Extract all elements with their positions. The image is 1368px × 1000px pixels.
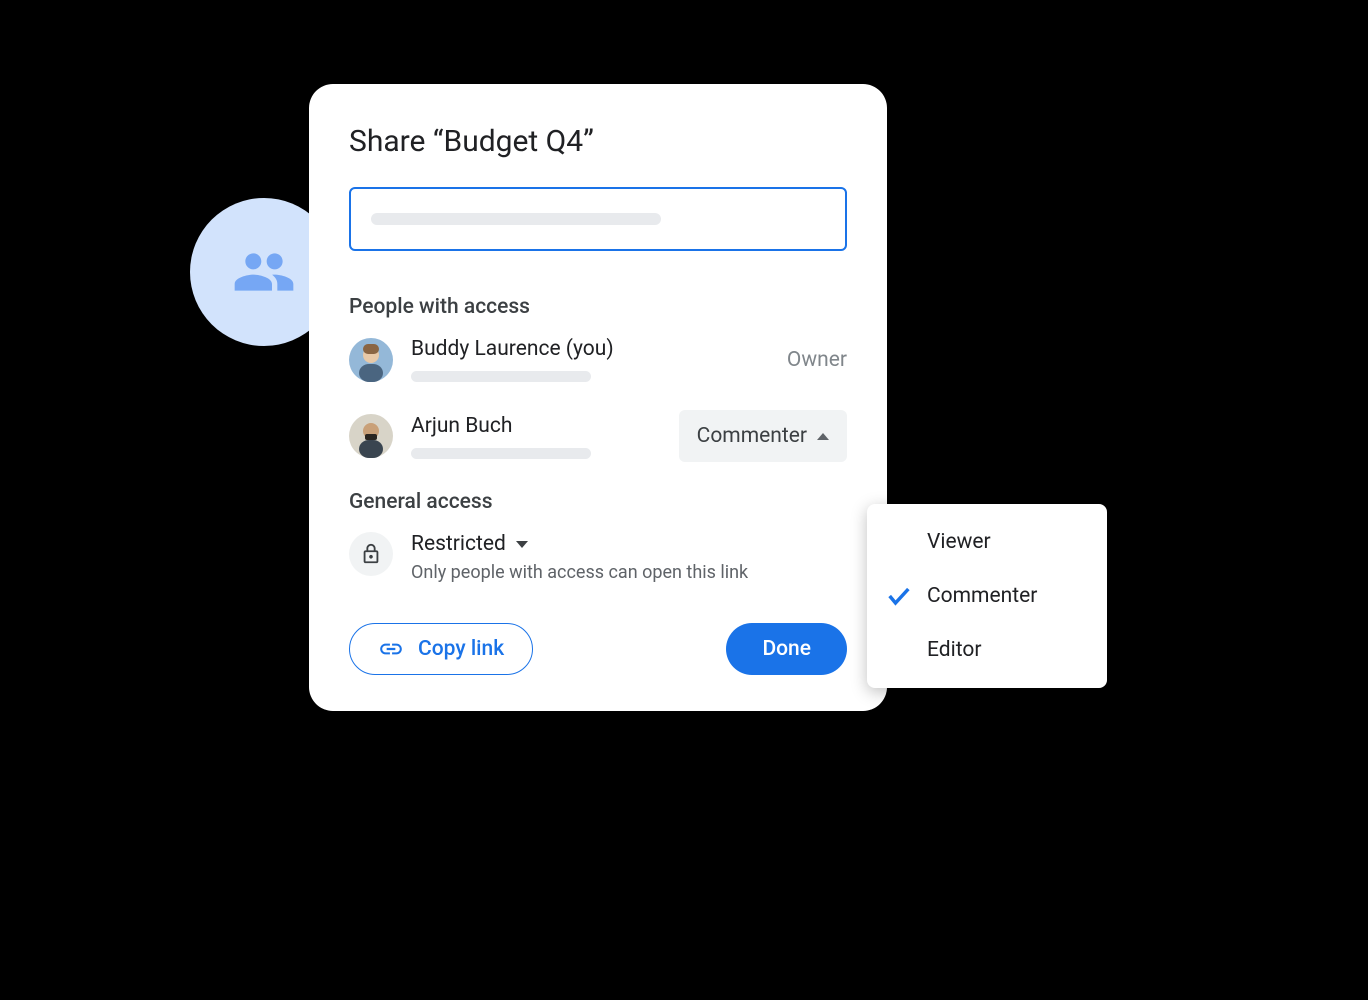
link-icon	[378, 636, 404, 662]
restricted-description: Only people with access can open this li…	[411, 562, 847, 583]
restricted-label: Restricted	[411, 532, 506, 556]
add-people-input[interactable]	[349, 187, 847, 251]
input-placeholder-skeleton	[371, 213, 661, 225]
lock-icon-circle	[349, 532, 393, 576]
option-label: Editor	[927, 638, 981, 662]
dropdown-option-commenter[interactable]: Commenter	[867, 568, 1107, 624]
done-button[interactable]: Done	[726, 623, 847, 675]
person-row: Arjun Buch Commenter	[349, 410, 847, 462]
option-label: Commenter	[927, 584, 1037, 608]
avatar	[349, 414, 393, 458]
avatar	[349, 338, 393, 382]
role-owner-label: Owner	[787, 348, 847, 372]
copy-link-label: Copy link	[418, 637, 504, 661]
role-dropdown-menu: Viewer Commenter Editor	[867, 504, 1107, 688]
role-dropdown[interactable]: Commenter	[679, 410, 847, 462]
people-section-label: People with access	[349, 295, 847, 319]
person-row: Buddy Laurence (you) Owner	[349, 337, 847, 382]
email-skeleton	[411, 371, 591, 382]
dialog-title: Share “Budget Q4”	[349, 124, 847, 159]
general-access-row: Restricted Only people with access can o…	[349, 532, 847, 583]
chevron-up-icon	[817, 433, 829, 440]
share-dialog: Share “Budget Q4” People with access Bud…	[309, 84, 887, 711]
people-icon	[232, 240, 296, 304]
person-name: Arjun Buch	[411, 414, 679, 438]
general-section-label: General access	[349, 490, 847, 514]
option-label: Viewer	[927, 530, 991, 554]
chevron-down-icon	[516, 541, 528, 548]
role-dropdown-value: Commenter	[697, 424, 807, 448]
copy-link-button[interactable]: Copy link	[349, 623, 533, 675]
check-icon	[885, 582, 913, 610]
lock-icon	[360, 543, 382, 565]
dropdown-option-viewer[interactable]: Viewer	[867, 516, 1107, 568]
email-skeleton	[411, 448, 591, 459]
person-name: Buddy Laurence (you)	[411, 337, 787, 361]
restricted-dropdown[interactable]: Restricted	[411, 532, 847, 556]
dropdown-option-editor[interactable]: Editor	[867, 624, 1107, 676]
